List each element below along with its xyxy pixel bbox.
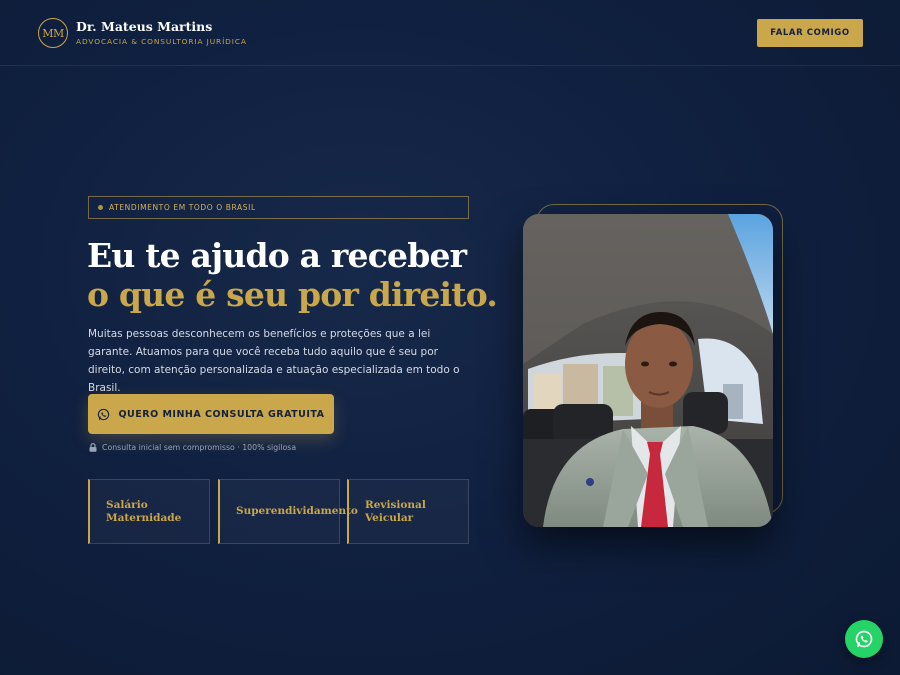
consultation-note: Consulta inicial sem compromisso · 100% …: [89, 443, 296, 452]
hero-description: Muitas pessoas desconhecem os benefícios…: [88, 328, 460, 394]
service-card-label: Salário Maternidade: [106, 498, 182, 524]
service-card-salario-maternidade[interactable]: Salário Maternidade: [88, 479, 210, 544]
coverage-badge: ATENDIMENTO EM TODO O BRASIL: [88, 196, 469, 219]
service-card-label: Revisional Veicular: [365, 498, 426, 524]
headline-line2: o que é seu por direito.: [87, 275, 498, 314]
free-consultation-label: QUERO MINHA CONSULTA GRATUITA: [118, 408, 325, 420]
brand-subtitle: ADVOCACIA & CONSULTORIA JURÍDICA: [76, 37, 247, 46]
lawyer-photo: [523, 214, 773, 527]
whatsapp-icon: [97, 408, 110, 421]
badge-text: ATENDIMENTO EM TODO O BRASIL: [109, 203, 256, 212]
service-card-revisional-veicular[interactable]: Revisional Veicular: [347, 479, 469, 544]
whatsapp-floating-button[interactable]: [845, 620, 883, 658]
whatsapp-icon: [854, 629, 874, 649]
brand-name[interactable]: Dr. Mateus Martins: [76, 19, 212, 34]
lock-icon: [89, 443, 97, 452]
badge-dot-icon: [98, 205, 103, 210]
free-consultation-button[interactable]: QUERO MINHA CONSULTA GRATUITA: [88, 394, 334, 434]
service-card-label: Superendividamento: [236, 505, 358, 517]
service-card-superendividamento[interactable]: Superendividamento: [218, 479, 358, 544]
headline-line1: Eu te ajudo a receber: [87, 236, 467, 275]
site-header: MM Dr. Mateus Martins ADVOCACIA & CONSUL…: [0, 0, 900, 66]
contact-header-button[interactable]: FALAR COMIGO: [757, 19, 863, 47]
logo-monogram[interactable]: MM: [38, 18, 68, 48]
consultation-note-text: Consulta inicial sem compromisso · 100% …: [102, 443, 297, 452]
